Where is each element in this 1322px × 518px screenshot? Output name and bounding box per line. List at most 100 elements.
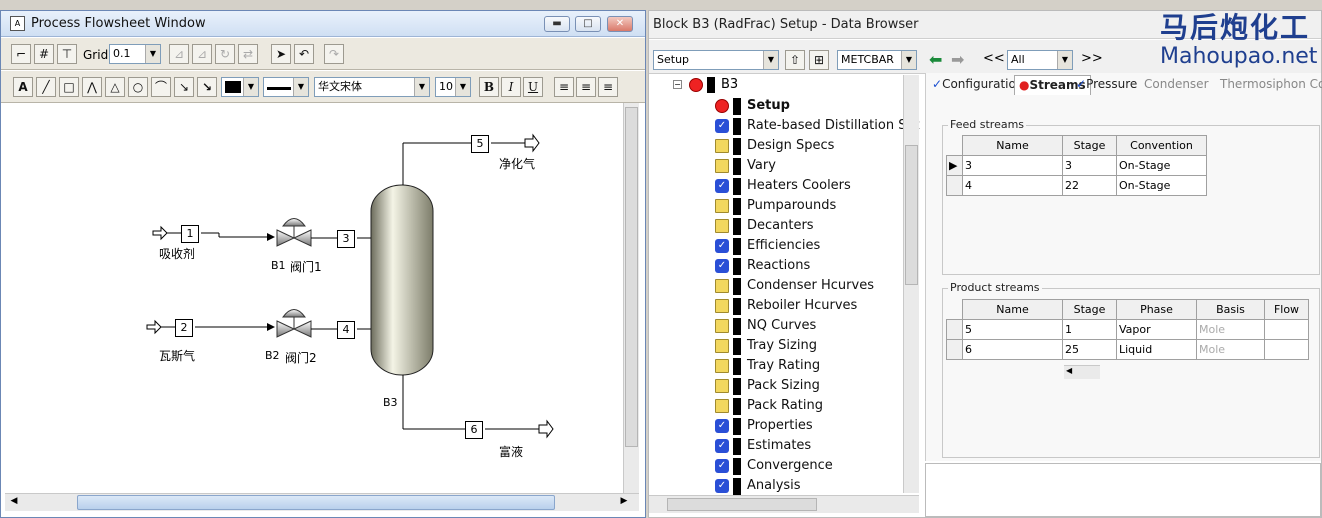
snap-icon[interactable]: ⌐: [11, 44, 31, 64]
scroll-thumb[interactable]: [667, 498, 817, 511]
stream-1-block[interactable]: 1: [181, 225, 199, 243]
cell-name[interactable]: 3: [962, 155, 1063, 176]
line-style-select[interactable]: ▼: [263, 77, 309, 97]
cell-stage[interactable]: 1: [1062, 319, 1117, 340]
clean-gas-label: 净化气: [499, 157, 536, 171]
tree-toggle-icon[interactable]: ⊞: [809, 50, 829, 70]
cell-flow[interactable]: [1264, 319, 1309, 340]
font-size-select[interactable]: 10 ▼: [435, 77, 471, 97]
flowsheet-vertical-scrollbar[interactable]: [623, 103, 639, 495]
filter-select[interactable]: All ▼: [1007, 50, 1073, 70]
maximize-button[interactable]: □: [575, 16, 601, 32]
status-bar: [733, 258, 741, 275]
flowsheet-horizontal-scrollbar[interactable]: ◀ ▶: [5, 493, 639, 511]
underline-button[interactable]: U: [523, 77, 543, 97]
undo-icon[interactable]: ↶: [294, 44, 314, 64]
tree-horizontal-scrollbar[interactable]: [649, 495, 919, 513]
status-bar: [733, 118, 741, 135]
select-pointer-icon[interactable]: ➤: [271, 44, 291, 64]
horse-logo-icon: [1098, 6, 1158, 62]
align-icon[interactable]: ⊤: [57, 44, 77, 64]
row-header[interactable]: [946, 175, 963, 196]
close-button[interactable]: ✕: [607, 16, 633, 32]
line-tool-icon[interactable]: ╱: [36, 77, 56, 97]
arrow-bold-tool-icon[interactable]: ↘: [197, 77, 217, 97]
back-arrow-icon[interactable]: ⬅: [929, 50, 942, 69]
units-select[interactable]: METCBAR ▼: [837, 50, 917, 70]
grid-icon[interactable]: #: [34, 44, 54, 64]
tab-pressure[interactable]: ✓Pressure: [1076, 77, 1137, 97]
stream-3-block[interactable]: 3: [337, 230, 355, 248]
scroll-thumb[interactable]: [77, 495, 555, 510]
polyline-tool-icon[interactable]: ⋀: [82, 77, 102, 97]
bold-button[interactable]: B: [479, 77, 499, 97]
scroll-thumb[interactable]: [625, 107, 638, 447]
scroll-left-icon[interactable]: ◀: [7, 496, 21, 509]
table-row[interactable]: 5 1 Vapor Mole: [946, 319, 1309, 340]
col-header: Stage: [1062, 135, 1117, 156]
stream-4-block[interactable]: 4: [337, 321, 355, 339]
color-select[interactable]: ▼: [221, 77, 259, 97]
italic-button[interactable]: I: [501, 77, 521, 97]
stream-5-block[interactable]: 5: [471, 135, 489, 153]
scroll-right-icon[interactable]: ▶: [617, 496, 631, 509]
tab-condenser[interactable]: Condenser: [1144, 77, 1209, 97]
table-row[interactable]: 6 25 Liquid Mole: [946, 339, 1309, 360]
minimize-button[interactable]: ▬: [544, 16, 570, 32]
cell-name[interactable]: 4: [962, 175, 1063, 196]
cell-convention[interactable]: On-Stage: [1116, 175, 1207, 196]
cell-stage[interactable]: 22: [1062, 175, 1117, 196]
redo-icon[interactable]: ↷: [324, 44, 344, 64]
cell-basis[interactable]: Mole: [1196, 319, 1265, 340]
row-header[interactable]: [946, 319, 963, 340]
cell-convention[interactable]: On-Stage: [1116, 155, 1207, 176]
tree-item-label: Estimates: [747, 438, 812, 453]
align-right-icon[interactable]: ≡: [598, 77, 618, 97]
exchange-icon[interactable]: ⇄: [238, 44, 258, 64]
scroll-thumb[interactable]: [905, 145, 918, 285]
cell-basis[interactable]: Mole: [1196, 339, 1265, 360]
cell-phase[interactable]: Liquid: [1116, 339, 1197, 360]
align-left-icon[interactable]: ≡: [554, 77, 574, 97]
row-header[interactable]: [946, 339, 963, 360]
flowsheet-canvas[interactable]: 1 2 3 4 5 6 吸收剂 瓦斯气 B1 阀门1 B2 阀门2 B3 净化气…: [5, 103, 621, 491]
ellipse-tool-icon[interactable]: ○: [128, 77, 148, 97]
row-selector-icon[interactable]: ▶: [946, 155, 963, 176]
flip-icon[interactable]: ⊿: [169, 44, 189, 64]
polygon-tool-icon[interactable]: △: [105, 77, 125, 97]
cell-stage[interactable]: 25: [1062, 339, 1117, 360]
mirror-icon[interactable]: ⊿: [192, 44, 212, 64]
rotate-icon[interactable]: ↻: [215, 44, 235, 64]
forward-arrow-icon[interactable]: ➡: [951, 50, 964, 69]
rectangle-tool-icon[interactable]: □: [59, 77, 79, 97]
previous-form-button[interactable]: <<: [983, 51, 1005, 66]
arc-tool-icon[interactable]: ⌒: [151, 77, 171, 97]
text-tool-button[interactable]: A: [13, 77, 33, 97]
product-table-scrollbar[interactable]: ◀: [1064, 365, 1100, 379]
tree-vertical-scrollbar[interactable]: [903, 75, 919, 493]
folder-up-icon[interactable]: ⇧: [785, 50, 805, 70]
table-row[interactable]: ▶ 3 3 On-Stage: [946, 155, 1207, 176]
stream-2-block[interactable]: 2: [175, 319, 193, 337]
folder-icon: [715, 379, 729, 393]
tab-configuration[interactable]: ✓Configuration: [932, 77, 1023, 97]
nav-select[interactable]: Setup ▼: [653, 50, 779, 70]
font-select[interactable]: 华文宋体 ▼: [314, 77, 430, 97]
cell-flow[interactable]: [1264, 339, 1309, 360]
align-center-icon[interactable]: ≡: [576, 77, 596, 97]
grid-size-select[interactable]: 0.1 ▼: [109, 44, 161, 64]
collapse-icon[interactable]: −: [673, 80, 682, 89]
cell-phase[interactable]: Vapor: [1116, 319, 1197, 340]
cell-stage[interactable]: 3: [1062, 155, 1117, 176]
cell-name[interactable]: 5: [962, 319, 1063, 340]
col-header: Basis: [1196, 299, 1265, 320]
status-bar: [733, 458, 741, 475]
scroll-left-icon[interactable]: ◀: [1066, 366, 1072, 375]
tab-thermosiphon[interactable]: Thermosiphon Config: [1220, 77, 1322, 97]
arrow-tool-icon[interactable]: ↘: [174, 77, 194, 97]
tree-item-label: Convergence: [747, 458, 833, 473]
table-row[interactable]: 4 22 On-Stage: [946, 175, 1207, 196]
stream-6-block[interactable]: 6: [465, 421, 483, 439]
col-header: Stage: [1062, 299, 1117, 320]
cell-name[interactable]: 6: [962, 339, 1063, 360]
